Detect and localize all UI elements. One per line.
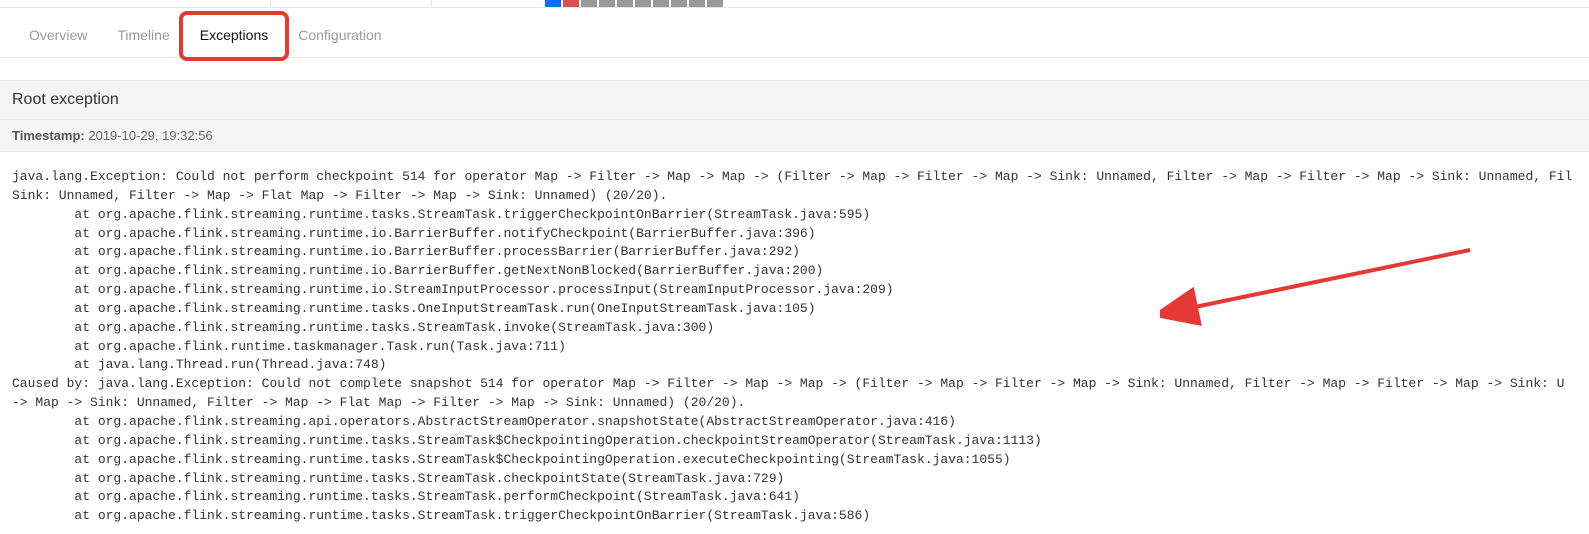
status-chip — [617, 0, 633, 7]
tab-timeline[interactable]: Timeline — [102, 13, 184, 57]
timestamp-value: 2019-10-29, 19:32:56 — [88, 128, 212, 143]
status-chip — [707, 0, 723, 7]
status-chip — [581, 0, 597, 7]
status-chip — [671, 0, 687, 7]
status-chip — [599, 0, 615, 7]
tab-exceptions[interactable]: Exceptions — [185, 13, 283, 57]
status-chip — [545, 0, 561, 7]
header-datetime: 2019-10-29, 19:32:56 — [270, 0, 411, 7]
section-title: Root exception — [0, 80, 1589, 120]
stacktrace-text: java.lang.Exception: Could not perform c… — [0, 152, 1589, 534]
status-chip-row — [545, 0, 723, 7]
status-chip — [689, 0, 705, 7]
header-fragment: 2019-10-29, 19:32:56 23 run — [0, 0, 1589, 8]
tab-bar: Overview Timeline Exceptions Configurati… — [0, 8, 1589, 58]
status-chip — [635, 0, 651, 7]
status-chip — [653, 0, 669, 7]
timestamp-row: Timestamp: 2019-10-29, 19:32:56 — [0, 120, 1589, 152]
timestamp-label: Timestamp: — [12, 128, 85, 143]
header-duration: 23 run — [431, 0, 485, 7]
status-chip — [563, 0, 579, 7]
tab-overview[interactable]: Overview — [14, 13, 102, 57]
tab-configuration[interactable]: Configuration — [283, 13, 396, 57]
